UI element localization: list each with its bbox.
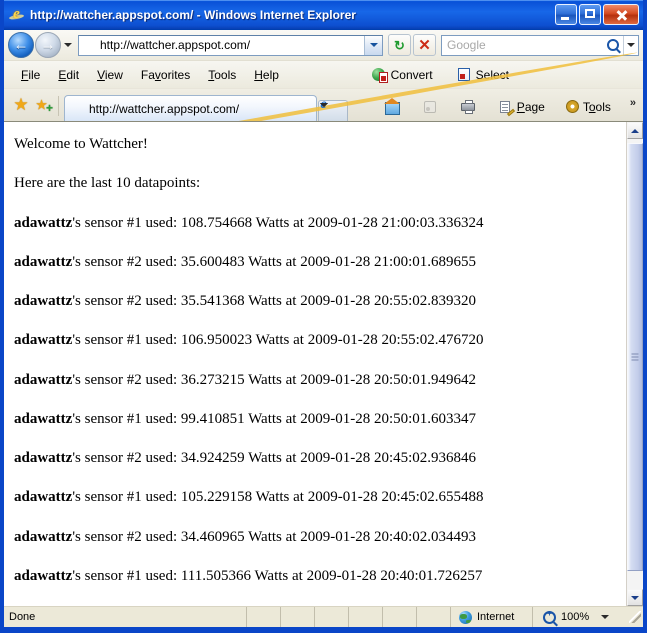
refresh-button[interactable]: ↻	[388, 34, 411, 56]
rss-feed-icon	[422, 99, 439, 115]
datapoint-user: adawattz	[14, 528, 73, 545]
feeds-button[interactable]	[419, 97, 444, 117]
datapoint-row: adawattz's sensor #2 used: 34.460965 Wat…	[14, 529, 616, 546]
datapoint-row: adawattz's sensor #1 used: 111.505366 Wa…	[14, 568, 616, 585]
datapoint-user: adawattz	[14, 489, 73, 506]
datapoint-user: adawattz	[14, 410, 73, 427]
datapoint-user: adawattz	[14, 293, 73, 309]
datapoint-user: adawattz	[14, 567, 73, 584]
datapoint-text: 's sensor #1 used: 105.229158 Watts at 2…	[72, 489, 484, 506]
datapoint-row: adawattz's sensor #2 used: 36.273215 Wat…	[14, 372, 616, 389]
datapoint-row: adawattz's sensor #2 used: 35.600483 Wat…	[14, 254, 616, 271]
tab-bar-row: ★ ★ + e http://wattcher.appspot.com/ Pag…	[4, 50, 643, 165]
stop-button[interactable]: ✕	[413, 34, 436, 56]
scrollbar-thumb[interactable]	[627, 143, 643, 571]
browser-chrome: ← → e http://wattcher.appspot.com/ ↻ ✕	[4, 29, 643, 387]
datapoint-text: 's sensor #2 used: 35.541368 Watts at 20…	[72, 293, 477, 309]
datapoint-text: 's sensor #2 used: 36.273215 Watts at 20…	[72, 371, 477, 388]
gear-icon	[564, 99, 581, 115]
datapoint-user: adawattz	[14, 371, 73, 388]
datapoint-row: adawattz's sensor #2 used: 35.541368 Wat…	[14, 293, 616, 310]
web-page-content: Welcome to Wattcher! Here are the last 1…	[4, 122, 626, 606]
globe-icon	[459, 610, 472, 624]
tab-wattcher[interactable]: e http://wattcher.appspot.com/	[9, 50, 638, 165]
datapoint-text: 's sensor #2 used: 34.924259 Watts at 20…	[72, 450, 477, 466]
datapoint-row: adawattz's sensor #1 used: 108.754668 Wa…	[14, 215, 616, 232]
datapoint-row: adawattz's sensor #1 used: 99.410851 Wat…	[14, 411, 616, 428]
chevron-down-icon	[319, 103, 328, 107]
datapoint-user: adawattz	[14, 253, 73, 270]
datapoint-text: 's sensor #1 used: 106.950023 Watts at 2…	[72, 332, 484, 349]
datapoint-text: 's sensor #1 used: 111.505366 Watts at 2…	[72, 567, 483, 584]
tab-favicon-icon: e	[9, 50, 638, 165]
datapoint-text: 's sensor #1 used: 108.754668 Watts at 2…	[72, 214, 484, 231]
vertical-scrollbar[interactable]	[626, 122, 643, 606]
address-bar[interactable]: e http://wattcher.appspot.com/	[9, 34, 638, 387]
printer-icon	[460, 99, 477, 115]
datapoint-user: adawattz	[14, 450, 73, 466]
content-viewport: Welcome to Wattcher! Here are the last 1…	[4, 121, 643, 606]
datapoint-user: adawattz	[14, 332, 73, 349]
datapoint-row: adawattz's sensor #1 used: 106.950023 Wa…	[14, 332, 616, 349]
scroll-up-button[interactable]	[627, 122, 643, 139]
home-icon	[383, 98, 401, 115]
chevron-down-icon	[631, 595, 639, 600]
scroll-down-button[interactable]	[627, 589, 643, 606]
page-subheading: Here are the last 10 datapoints:	[14, 175, 201, 192]
search-icon	[607, 39, 619, 51]
page-heading: Welcome to Wattcher!	[14, 136, 148, 152]
datapoint-text: 's sensor #2 used: 34.460965 Watts at 20…	[72, 528, 477, 545]
resize-grip[interactable]	[629, 611, 641, 623]
chevron-up-icon	[631, 128, 639, 133]
page-icon	[498, 99, 515, 117]
ie-browser-window: e http://wattcher.appspot.com/ - Windows…	[0, 0, 647, 633]
scrollbar-grip-icon	[631, 353, 639, 361]
datapoint-user: adawattz	[14, 214, 73, 231]
datapoint-row: adawattz's sensor #1 used: 105.229158 Wa…	[14, 489, 616, 506]
address-bar-row: ← → e http://wattcher.appspot.com/ ↻ ✕	[4, 30, 643, 387]
datapoint-text: 's sensor #2 used: 35.600483 Watts at 20…	[72, 253, 477, 270]
datapoint-row: adawattz's sensor #2 used: 34.924259 Wat…	[14, 450, 616, 467]
convert-pdf-icon	[371, 67, 388, 83]
page-favicon-icon: e	[9, 37, 638, 387]
datapoint-text: 's sensor #1 used: 99.410851 Watts at 20…	[72, 410, 477, 427]
zoom-magnifier-icon	[543, 609, 556, 624]
scrollbar-track[interactable]	[627, 139, 643, 589]
